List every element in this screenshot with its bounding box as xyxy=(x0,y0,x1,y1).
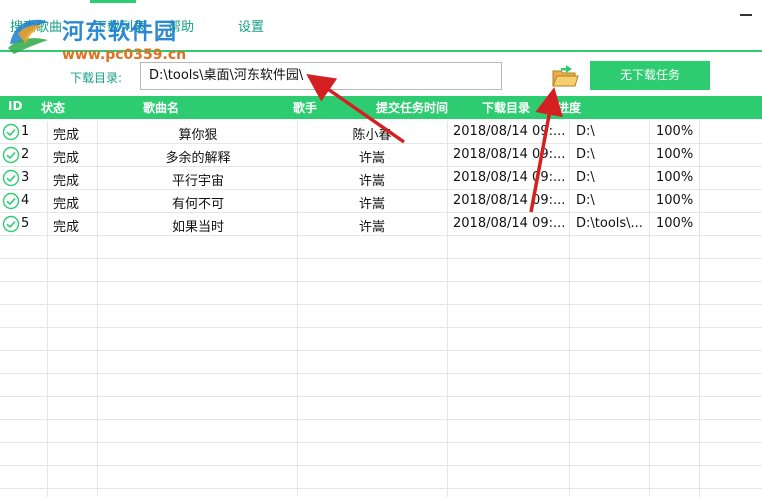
tab-settings[interactable]: 设置 xyxy=(238,16,264,35)
grid-line-h xyxy=(0,488,762,489)
check-circle-icon xyxy=(2,123,20,141)
grid-line-h xyxy=(0,258,762,259)
table-row[interactable]: 5 完成 如果当时 许嵩 2018/08/14 09:... D:\tools\… xyxy=(0,213,762,236)
table-row[interactable]: 1 完成 算你狠 陈小春 2018/08/14 09:... D:\ 100% xyxy=(0,121,762,144)
row-id: 5 xyxy=(21,216,30,231)
tab-search-songs[interactable]: 搜索歌曲 xyxy=(10,16,62,35)
grid-line-h xyxy=(0,327,762,328)
row-singer: 许嵩 xyxy=(358,151,385,166)
row-singer: 许嵩 xyxy=(358,197,385,212)
row-status: 完成 xyxy=(53,174,80,189)
check-circle-icon xyxy=(2,169,20,187)
row-progress: 100% xyxy=(656,170,694,185)
grid-line-h xyxy=(0,465,762,466)
grid-line-h xyxy=(0,304,762,305)
row-singer: 许嵩 xyxy=(358,220,385,235)
row-id: 3 xyxy=(21,170,30,185)
no-download-task-button[interactable]: 无下载任务 xyxy=(590,61,710,90)
table-row[interactable]: 3 完成 平行宇宙 许嵩 2018/08/14 09:... D:\ 100% xyxy=(0,167,762,190)
column-header-id[interactable]: ID xyxy=(8,99,22,113)
row-dir: D:\tools\... xyxy=(576,216,643,231)
column-header-progress[interactable]: 进度 xyxy=(557,99,581,116)
row-id: 1 xyxy=(21,124,30,139)
download-table: 1 完成 算你狠 陈小春 2018/08/14 09:... D:\ 100% … xyxy=(0,121,762,497)
column-header-download-dir[interactable]: 下载目录 xyxy=(482,99,530,116)
row-dir: D:\ xyxy=(576,124,595,139)
row-id: 2 xyxy=(21,147,30,162)
table-header: ID 状态 歌曲名 歌手 提交任务时间 下载目录 进度 xyxy=(0,96,762,119)
tab-help[interactable]: 帮助 xyxy=(168,16,194,35)
row-id: 4 xyxy=(21,193,30,208)
column-header-submit-time[interactable]: 提交任务时间 xyxy=(376,99,448,116)
column-header-status[interactable]: 状态 xyxy=(41,99,65,116)
row-status: 完成 xyxy=(53,220,80,235)
nav-divider xyxy=(0,50,762,52)
table-row[interactable]: 4 完成 有何不可 许嵩 2018/08/14 09:... D:\ 100% xyxy=(0,190,762,213)
row-song: 多余的解释 xyxy=(165,151,231,166)
row-singer: 许嵩 xyxy=(358,174,385,189)
row-progress: 100% xyxy=(656,147,694,162)
grid-line-h xyxy=(0,419,762,420)
grid-line-h xyxy=(0,281,762,282)
row-status: 完成 xyxy=(53,151,80,166)
check-circle-icon xyxy=(2,215,20,233)
row-time: 2018/08/14 09:... xyxy=(453,170,566,185)
column-header-singer[interactable]: 歌手 xyxy=(293,99,317,116)
grid-line-h xyxy=(0,373,762,374)
table-row[interactable]: 2 完成 多余的解释 许嵩 2018/08/14 09:... D:\ 100% xyxy=(0,144,762,167)
row-dir: D:\ xyxy=(576,147,595,162)
row-progress: 100% xyxy=(656,124,694,139)
row-status: 完成 xyxy=(53,128,80,143)
grid-line-h xyxy=(0,350,762,351)
download-dir-label: 下载目录: xyxy=(70,71,123,85)
grid-line-h xyxy=(0,442,762,443)
row-song: 如果当时 xyxy=(171,220,224,235)
open-folder-button[interactable] xyxy=(550,62,580,90)
grid-line-h xyxy=(0,396,762,397)
folder-open-icon xyxy=(552,65,579,87)
check-circle-icon xyxy=(2,192,20,210)
row-song: 有何不可 xyxy=(171,197,224,212)
row-time: 2018/08/14 09:... xyxy=(453,147,566,162)
row-singer: 陈小春 xyxy=(352,128,392,143)
row-dir: D:\ xyxy=(576,193,595,208)
row-progress: 100% xyxy=(656,216,694,231)
top-nav: 搜索歌曲 下载列表 帮助 设置 xyxy=(0,0,762,52)
minimize-button[interactable] xyxy=(740,14,752,16)
tab-download-list[interactable]: 下载列表 xyxy=(94,16,146,35)
active-tab-indicator xyxy=(90,0,136,3)
column-header-song[interactable]: 歌曲名 xyxy=(143,99,179,116)
download-dir-input[interactable]: D:\tools\桌面\河东软件园\ xyxy=(140,62,502,90)
row-progress: 100% xyxy=(656,193,694,208)
row-dir: D:\ xyxy=(576,170,595,185)
row-time: 2018/08/14 09:... xyxy=(453,216,566,231)
row-song: 平行宇宙 xyxy=(171,174,224,189)
row-time: 2018/08/14 09:... xyxy=(453,124,566,139)
row-time: 2018/08/14 09:... xyxy=(453,193,566,208)
check-circle-icon xyxy=(2,146,20,164)
row-status: 完成 xyxy=(53,197,80,212)
row-song: 算你狠 xyxy=(178,128,218,143)
